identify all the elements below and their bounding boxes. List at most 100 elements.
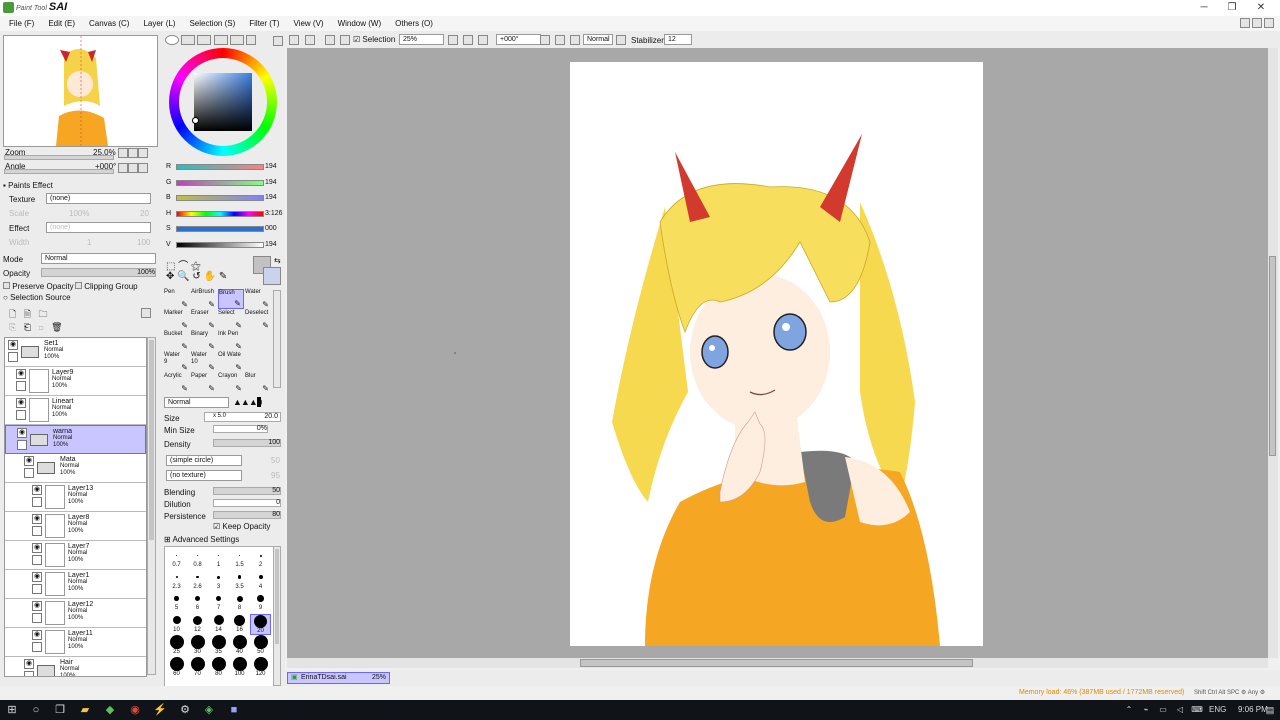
visibility-eye-icon[interactable]: ◉ xyxy=(32,572,42,582)
vertical-scrollbar[interactable] xyxy=(1268,48,1278,658)
brush-size-preset[interactable]: 70 xyxy=(187,656,208,678)
invert-selection-button[interactable] xyxy=(340,35,350,45)
selection-toggle[interactable]: ☑ Selection xyxy=(353,35,395,44)
tool-airbrush[interactable]: AirBrush ✎ xyxy=(191,289,217,309)
volume-icon[interactable]: ◁ xyxy=(1173,703,1187,717)
persistence-slider[interactable]: 80 xyxy=(213,511,281,519)
menu-item-window[interactable]: Window (W) xyxy=(331,16,389,31)
color-mixer-icon[interactable] xyxy=(213,35,228,45)
layer-row-layer8[interactable]: ◉ Layer8 Normal 100% xyxy=(5,512,146,541)
zoom-tool-icon[interactable]: 🔍 xyxy=(177,271,189,282)
color-slider-g[interactable] xyxy=(176,179,264,186)
selection-source-radio[interactable]: ○ Selection Source xyxy=(3,293,71,302)
shape-round-icon[interactable]: ▲ xyxy=(233,397,242,407)
color-slider-s[interactable] xyxy=(176,226,264,232)
move-icon[interactable]: ✥ xyxy=(166,271,174,282)
shape-flat-icon[interactable]: ▲ xyxy=(249,397,258,407)
layer-row-lineart[interactable]: ◉ Lineart Normal 100% xyxy=(5,396,146,425)
tool-brush[interactable]: Brush ✎ xyxy=(218,289,244,309)
hsv-slider-mode-icon[interactable] xyxy=(197,35,212,45)
zoom-slider[interactable] xyxy=(4,155,114,160)
zoom-out-button[interactable] xyxy=(128,148,138,158)
swatches-icon[interactable] xyxy=(229,35,244,45)
menu-item-view[interactable]: View (V) xyxy=(286,16,330,31)
canvas-paper[interactable] xyxy=(570,62,983,646)
brush-size-preset[interactable]: 20 xyxy=(250,613,271,635)
brush-size-scrollbar[interactable] xyxy=(273,546,281,686)
secondary-color-swatch[interactable] xyxy=(263,267,281,285)
eyedropper-icon[interactable]: ✎ xyxy=(219,271,227,282)
visibility-eye-icon[interactable]: ◉ xyxy=(16,369,26,379)
brush-size-preset[interactable]: 2.3 xyxy=(166,571,187,592)
angle-select[interactable]: +000° xyxy=(496,34,541,45)
brush-size-preset[interactable]: 8 xyxy=(229,592,250,613)
delete-layer-icon[interactable]: 🗑 xyxy=(51,322,62,332)
tool-oil-wate[interactable]: Oil Wate ✎ xyxy=(218,352,244,372)
chrome-icon[interactable]: ◉ xyxy=(128,703,142,717)
rotate-reset-button[interactable] xyxy=(138,163,148,173)
layer-lock-toggle[interactable] xyxy=(8,352,18,362)
minimize-button[interactable]: ─ xyxy=(1193,1,1215,14)
rotate-reset-toolbar-button[interactable] xyxy=(570,35,580,45)
visibility-eye-icon[interactable]: ◉ xyxy=(8,340,18,350)
tool-water-9[interactable]: Water 9 ✎ xyxy=(164,352,190,372)
brush-size-preset[interactable]: 7 xyxy=(208,592,229,613)
zoom-fit-button[interactable] xyxy=(478,35,488,45)
layer-lock-toggle[interactable] xyxy=(17,440,27,450)
tool-crayon[interactable]: Crayon ✎ xyxy=(218,373,244,393)
app-icon-1[interactable]: ⚡ xyxy=(153,703,167,717)
layer-row-layer12[interactable]: ◉ Layer12 Normal 100% xyxy=(5,599,146,628)
layer-lock-toggle[interactable] xyxy=(32,526,42,536)
saturation-value-square[interactable] xyxy=(194,73,252,131)
brush-size-preset[interactable]: 9 xyxy=(250,592,271,613)
deselect-button[interactable] xyxy=(325,35,335,45)
dilution-slider[interactable]: 0 xyxy=(213,499,281,507)
rotate-ccw-button[interactable] xyxy=(540,35,550,45)
brush-size-preset[interactable]: 3.5 xyxy=(229,571,250,592)
keyboard-icon[interactable]: ⌨ xyxy=(1190,703,1204,717)
layer-row-set1[interactable]: ◉ Set1 Normal 100% xyxy=(5,338,146,367)
brush-size-preset[interactable]: 1 xyxy=(208,549,229,570)
advanced-settings-toggle[interactable]: ⊞ Advanced Settings xyxy=(164,535,239,544)
layer-scrollbar[interactable] xyxy=(147,337,156,675)
size-field[interactable]: x 5.0 20.0 xyxy=(204,412,281,422)
notifications-icon[interactable]: ▤ xyxy=(1263,703,1277,717)
shape-square-icon[interactable]: ■ xyxy=(256,397,262,407)
layer-row-mata[interactable]: ◉ Mata Normal 100% xyxy=(5,454,146,483)
layer-mode-select[interactable]: Normal xyxy=(41,253,156,264)
visibility-eye-icon[interactable]: ◉ xyxy=(32,630,42,640)
layer-scrollbar-thumb[interactable] xyxy=(149,340,154,540)
scratchpad-icon[interactable] xyxy=(246,35,257,45)
mdi-restore-button[interactable] xyxy=(1252,18,1263,28)
rgb-slider-mode-icon[interactable] xyxy=(181,35,196,45)
new-linework-layer-icon[interactable]: 🗎 xyxy=(24,309,31,319)
network-icon[interactable]: ⌁ xyxy=(1139,703,1153,717)
brush-size-preset[interactable]: 25 xyxy=(166,635,187,656)
tool-select[interactable]: Select ✎ xyxy=(218,310,244,330)
brush-size-preset[interactable]: 16 xyxy=(229,614,250,635)
tool-empty-slot[interactable] xyxy=(245,352,271,372)
transfer-down-icon[interactable]: ⎘ xyxy=(9,322,16,332)
layer-lock-toggle[interactable] xyxy=(32,613,42,623)
opacity-slider[interactable]: 100% xyxy=(41,268,156,277)
color-slider-v[interactable] xyxy=(176,241,264,248)
effect-select[interactable]: (none) xyxy=(46,222,151,233)
mdi-minimize-button[interactable] xyxy=(1240,18,1250,28)
brush-size-preset[interactable]: 35 xyxy=(208,635,229,656)
language-indicator[interactable]: ENG xyxy=(1209,705,1226,714)
close-button[interactable]: ✕ xyxy=(1250,1,1272,14)
horizontal-scrollbar-thumb[interactable] xyxy=(580,659,973,667)
layer-row-layer1[interactable]: ◉ Layer1 Normal 100% xyxy=(5,570,146,599)
brush-size-preset[interactable]: 60 xyxy=(166,656,187,678)
search-icon[interactable]: ○ xyxy=(29,703,43,717)
visibility-eye-icon[interactable]: ◉ xyxy=(32,543,42,553)
stabilizer-select[interactable]: 12 xyxy=(664,34,692,45)
angle-slider[interactable] xyxy=(4,169,114,174)
layer-lock-toggle[interactable] xyxy=(32,555,42,565)
color-slider-b[interactable] xyxy=(176,195,264,201)
horizontal-scrollbar[interactable] xyxy=(287,658,1268,668)
tool-scrollbar[interactable] xyxy=(273,290,281,388)
tool-empty-slot[interactable] xyxy=(245,331,271,351)
vertical-scrollbar-thumb[interactable] xyxy=(1269,256,1276,456)
preserve-opacity-checkbox[interactable]: Preserve Opacity xyxy=(3,282,74,291)
